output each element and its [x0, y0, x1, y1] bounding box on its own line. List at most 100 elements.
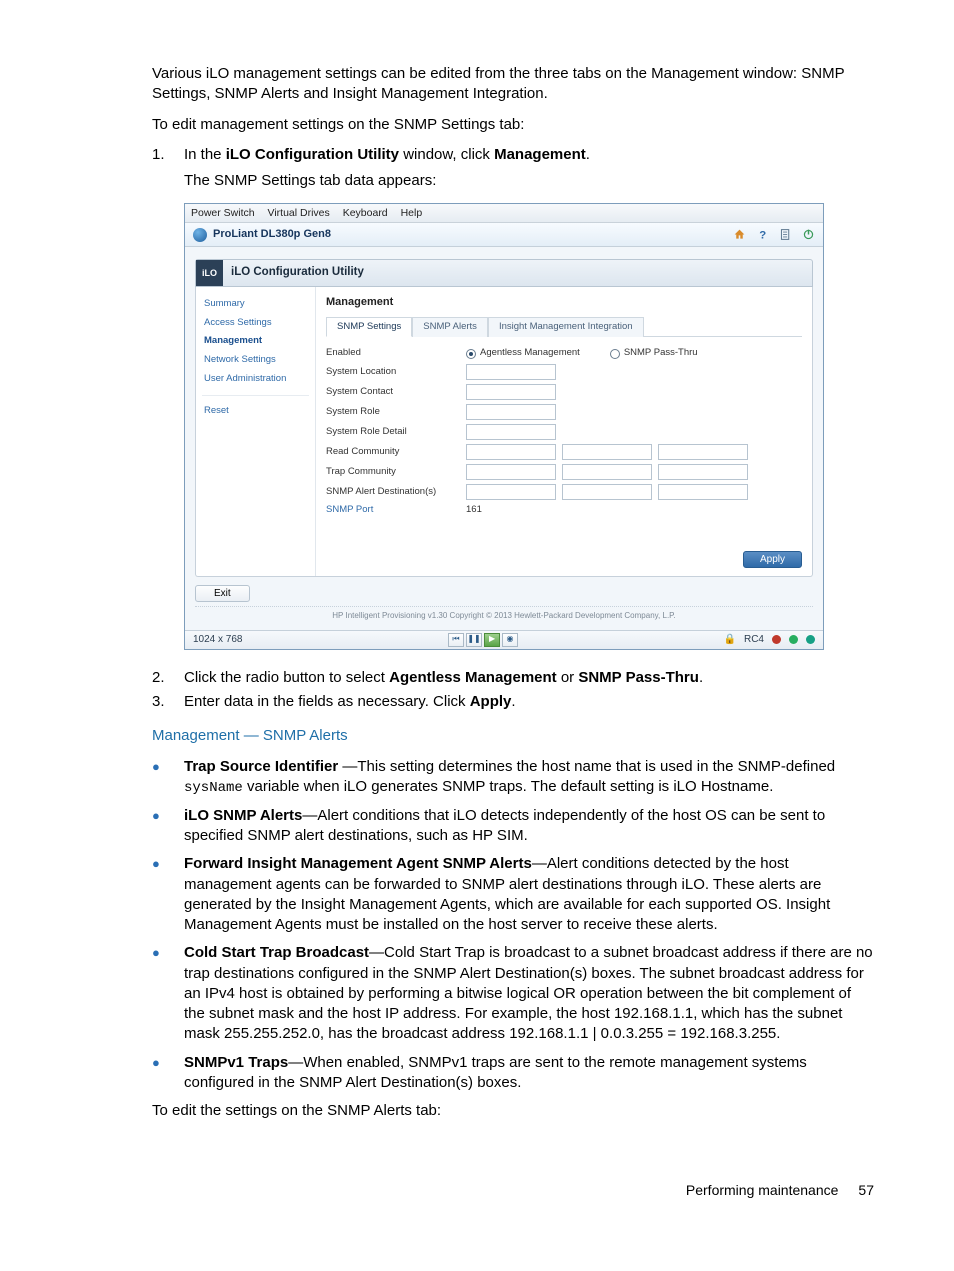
- input-trap-community-3[interactable]: [658, 464, 748, 480]
- text-bold: Apply: [470, 693, 512, 710]
- form: Enabled Agentless Management SNMP Pass-T…: [326, 347, 802, 517]
- input-system-role-detail[interactable]: [466, 424, 556, 440]
- footer-page-number: 57: [858, 1181, 874, 1200]
- sidebar-item-reset[interactable]: Reset: [202, 402, 309, 421]
- bullet-forward-insight: ● Forward Insight Management Agent SNMP …: [152, 854, 874, 935]
- tab-snmp-alerts[interactable]: SNMP Alerts: [412, 317, 488, 338]
- footer-section: Performing maintenance: [686, 1181, 839, 1200]
- status-dot-red: [772, 635, 781, 644]
- bullet-ilo-snmp-alerts: ● iLO SNMP Alerts—Alert conditions that …: [152, 806, 874, 847]
- menu-power-switch[interactable]: Power Switch: [191, 207, 255, 219]
- input-read-community-2[interactable]: [562, 444, 652, 460]
- ilo-badge: iLO: [196, 260, 223, 286]
- tab-snmp-settings[interactable]: SNMP Settings: [326, 317, 412, 338]
- text-bold: iLO Configuration Utility: [226, 146, 399, 163]
- input-snmp-alert-dest-2[interactable]: [562, 484, 652, 500]
- input-trap-community-1[interactable]: [466, 464, 556, 480]
- pause-button[interactable]: ❚❚: [466, 633, 482, 647]
- help-icon[interactable]: ?: [756, 228, 769, 241]
- bullet-cold-start: ● Cold Start Trap Broadcast—Cold Start T…: [152, 943, 874, 1044]
- sidebar-item-user-administration[interactable]: User Administration: [202, 370, 309, 389]
- label-system-contact: System Contact: [326, 386, 466, 399]
- statusbar: 1024 x 768 ⏮ ❚❚ ▶ ◉ 🔒 RC4: [185, 630, 823, 649]
- document-icon[interactable]: [779, 228, 792, 241]
- text-bold: Agentless Management: [389, 669, 557, 686]
- text-bold: Management: [494, 146, 586, 163]
- bullet-icon: ●: [152, 854, 184, 935]
- sidebar-item-access-settings[interactable]: Access Settings: [202, 314, 309, 333]
- step-1: 1. In the iLO Configuration Utility wind…: [152, 145, 874, 165]
- tab-insight-management[interactable]: Insight Management Integration: [488, 317, 644, 338]
- svg-text:?: ?: [759, 230, 766, 241]
- content-title: Management: [326, 295, 802, 310]
- radio-agentless-management[interactable]: Agentless Management: [466, 347, 580, 360]
- text-bold: iLO SNMP Alerts: [184, 807, 302, 824]
- input-read-community-3[interactable]: [658, 444, 748, 460]
- exit-button[interactable]: Exit: [195, 585, 250, 602]
- label-system-location: System Location: [326, 366, 466, 379]
- screenshot-ilo-config: Power Switch Virtual Drives Keyboard Hel…: [184, 203, 824, 650]
- input-system-role[interactable]: [466, 404, 556, 420]
- text: or: [557, 669, 579, 686]
- step-body: Click the radio button to select Agentle…: [184, 668, 874, 688]
- step-number: 1.: [152, 145, 184, 165]
- label-system-role: System Role: [326, 406, 466, 419]
- text-code: sysName: [184, 780, 243, 796]
- bullet-icon: ●: [152, 1053, 184, 1094]
- closing-paragraph: To edit the settings on the SNMP Alerts …: [152, 1101, 874, 1121]
- input-snmp-alert-dest-3[interactable]: [658, 484, 748, 500]
- radio-snmp-pass-thru[interactable]: SNMP Pass-Thru: [610, 347, 698, 360]
- lock-icon: 🔒: [724, 633, 736, 647]
- input-trap-community-2[interactable]: [562, 464, 652, 480]
- radio-label: SNMP Pass-Thru: [624, 347, 698, 360]
- menu-virtual-drives[interactable]: Virtual Drives: [268, 207, 330, 219]
- step-number: 3.: [152, 692, 184, 712]
- hp-logo-icon: [193, 228, 207, 242]
- label-enabled: Enabled: [326, 347, 466, 360]
- rewind-button[interactable]: ⏮: [448, 633, 464, 647]
- section-heading-snmp-alerts: Management — SNMP Alerts: [152, 726, 874, 746]
- sidebar-item-management[interactable]: Management: [202, 332, 309, 351]
- text: .: [586, 146, 590, 163]
- titlebar: ProLiant DL380p Gen8 ?: [185, 223, 823, 247]
- input-system-location[interactable]: [466, 364, 556, 380]
- input-read-community-1[interactable]: [466, 444, 556, 460]
- step-3: 3. Enter data in the fields as necessary…: [152, 692, 874, 712]
- status-dot-green-2: [806, 635, 815, 644]
- bullet-icon: ●: [152, 943, 184, 1044]
- sidebar: Summary Access Settings Management Netwo…: [196, 287, 316, 576]
- radio-label: Agentless Management: [480, 347, 580, 360]
- copyright-text: HP Intelligent Provisioning v1.30 Copyri…: [195, 606, 813, 624]
- home-icon[interactable]: [733, 228, 746, 241]
- label-snmp-alert-dest: SNMP Alert Destination(s): [326, 486, 466, 499]
- play-button[interactable]: ▶: [484, 633, 500, 647]
- product-title: ProLiant DL380p Gen8: [213, 227, 331, 242]
- text: Enter data in the fields as necessary. C…: [184, 693, 470, 710]
- apply-button[interactable]: Apply: [743, 551, 802, 568]
- step-body: In the iLO Configuration Utility window,…: [184, 145, 874, 165]
- text: window, click: [399, 146, 494, 163]
- record-button[interactable]: ◉: [502, 633, 518, 647]
- playback-controls: ⏮ ❚❚ ▶ ◉: [448, 633, 518, 647]
- bullet-icon: ●: [152, 757, 184, 798]
- sidebar-item-network-settings[interactable]: Network Settings: [202, 351, 309, 370]
- step-body: Enter data in the fields as necessary. C…: [184, 692, 874, 712]
- step-number: 2.: [152, 668, 184, 688]
- utility-title: iLO Configuration Utility: [223, 260, 372, 286]
- text: Click the radio button to select: [184, 669, 389, 686]
- value-snmp-port: 161: [466, 504, 482, 517]
- sidebar-item-summary[interactable]: Summary: [202, 295, 309, 314]
- intro-paragraph-2: To edit management settings on the SNMP …: [152, 115, 874, 135]
- utility-pane: Summary Access Settings Management Netwo…: [195, 287, 813, 577]
- input-system-contact[interactable]: [466, 384, 556, 400]
- label-system-role-detail: System Role Detail: [326, 426, 466, 439]
- utility-header: iLO iLO Configuration Utility: [195, 259, 813, 287]
- tabs: SNMP Settings SNMP Alerts Insight Manage…: [326, 316, 802, 338]
- menu-help[interactable]: Help: [401, 207, 423, 219]
- power-icon[interactable]: [802, 228, 815, 241]
- menu-keyboard[interactable]: Keyboard: [343, 207, 388, 219]
- utility-body: iLO iLO Configuration Utility Summary Ac…: [185, 247, 823, 630]
- input-snmp-alert-dest-1[interactable]: [466, 484, 556, 500]
- label-snmp-port[interactable]: SNMP Port: [326, 504, 466, 517]
- content-area: Management SNMP Settings SNMP Alerts Ins…: [316, 287, 812, 576]
